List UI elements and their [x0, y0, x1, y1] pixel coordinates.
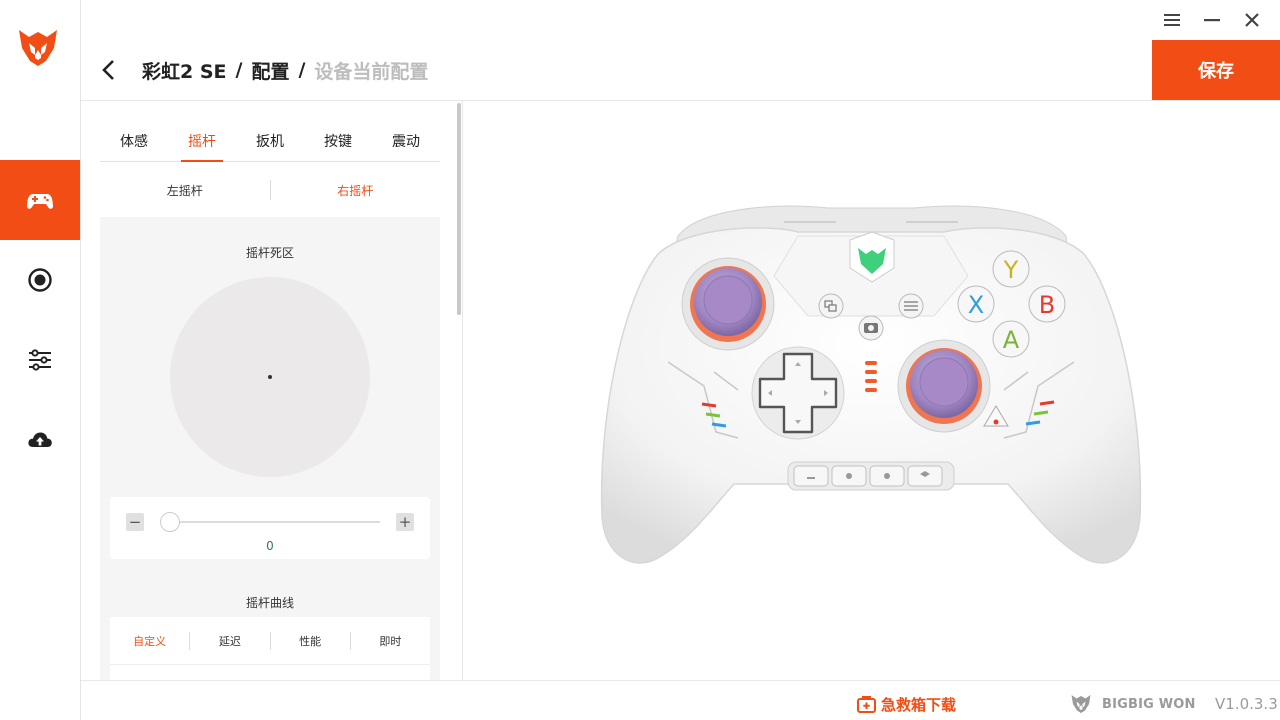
subtab-right-stick[interactable]: 右摇杆: [271, 182, 441, 199]
record-icon: [28, 268, 52, 292]
controller-y-label: Y: [1003, 256, 1019, 284]
controller-b-label: B: [1039, 291, 1055, 319]
settings-tabs: 体感 摇杆 扳机 按键 震动: [100, 125, 440, 162]
tab-buttons[interactable]: 按键: [304, 125, 372, 161]
curve-option-performance[interactable]: 性能: [271, 633, 350, 649]
tab-vibration[interactable]: 震动: [372, 125, 440, 161]
breadcrumb-current: 设备当前配置: [314, 60, 429, 83]
close-button[interactable]: [1240, 10, 1264, 30]
app-window: 彩虹2 SE / 配置 / 设备当前配置 保存 体感 摇杆 扳机 按键 震动 左…: [0, 0, 1280, 720]
stick-position-dot: [268, 375, 272, 379]
nav-controller[interactable]: [0, 160, 80, 240]
nav-record[interactable]: [0, 240, 80, 320]
breadcrumb-separator: /: [298, 59, 306, 81]
back-button[interactable]: [100, 52, 130, 88]
save-button[interactable]: 保存: [1152, 40, 1280, 100]
tab-trigger[interactable]: 扳机: [236, 125, 304, 161]
tab-joystick[interactable]: 摇杆: [168, 125, 236, 162]
sliders-icon: [29, 349, 51, 371]
stick-selector: 左摇杆 右摇杆: [100, 163, 440, 217]
footer-divider: [81, 680, 1280, 681]
brand-mark: BIGBIG WON: [1070, 692, 1196, 716]
panel-divider: [462, 101, 463, 680]
controller-x-label: X: [968, 291, 984, 319]
controller-a-label: A: [1003, 326, 1020, 354]
curve-option-instant[interactable]: 即时: [351, 633, 430, 649]
brand-logo-icon: [1071, 695, 1091, 713]
deadzone-increase-button[interactable]: +: [396, 513, 414, 531]
menu-icon: [1164, 14, 1180, 26]
panel-scrollbar[interactable]: [457, 103, 461, 315]
nav-adjust[interactable]: [0, 320, 80, 400]
minimize-button[interactable]: [1200, 10, 1224, 30]
subtab-left-stick[interactable]: 左摇杆: [100, 182, 270, 199]
deadzone-value: 0: [266, 539, 274, 553]
joystick-settings: 左摇杆 右摇杆 摇杆死区 − + 0 摇杆曲线 自定义 延迟 性能 即时: [100, 163, 440, 680]
curve-selector: 自定义 延迟 性能 即时: [110, 617, 430, 665]
deadzone-visualizer: [170, 277, 370, 477]
brand-logo-icon: [19, 30, 57, 66]
settings-panel: 体感 摇杆 扳机 按键 震动 左摇杆 右摇杆 摇杆死区 − + 0 摇杆曲线 自…: [82, 101, 462, 680]
deadzone-slider-card: − + 0: [110, 497, 430, 559]
minimize-icon: [1204, 19, 1220, 22]
brand-name: BIGBIG WON: [1102, 696, 1196, 712]
close-icon: [1245, 13, 1259, 27]
curve-option-delay[interactable]: 延迟: [190, 633, 269, 649]
cloud-upload-icon: [28, 432, 52, 447]
chevron-left-icon: [102, 60, 114, 80]
gamepad-icon: [27, 194, 53, 209]
rescue-kit-download-link[interactable]: 急救箱下载: [857, 692, 956, 716]
deadzone-decrease-button[interactable]: −: [126, 513, 144, 531]
curve-option-custom[interactable]: 自定义: [110, 633, 189, 649]
curve-editor: [110, 665, 430, 680]
deadzone-slider[interactable]: [160, 512, 380, 532]
version-label: V1.0.3.3: [1215, 695, 1278, 713]
breadcrumb-config[interactable]: 配置: [251, 57, 289, 84]
breadcrumb-device[interactable]: 彩虹2 SE: [142, 57, 227, 84]
rescue-kit-label: 急救箱下载: [881, 695, 957, 714]
sidebar: [0, 0, 81, 720]
menu-button[interactable]: [1160, 10, 1184, 30]
breadcrumb: 彩虹2 SE / 配置 / 设备当前配置: [100, 52, 428, 88]
deadzone-slider-thumb[interactable]: [160, 512, 180, 532]
curve-title: 摇杆曲线: [245, 596, 294, 610]
first-aid-kit-icon: [857, 695, 876, 713]
deadzone-title: 摇杆死区: [245, 246, 294, 260]
nav-upload[interactable]: [0, 400, 80, 480]
tab-motion[interactable]: 体感: [100, 125, 168, 161]
breadcrumb-separator: /: [235, 59, 243, 81]
controller-image: Y X B A: [600, 205, 1142, 564]
